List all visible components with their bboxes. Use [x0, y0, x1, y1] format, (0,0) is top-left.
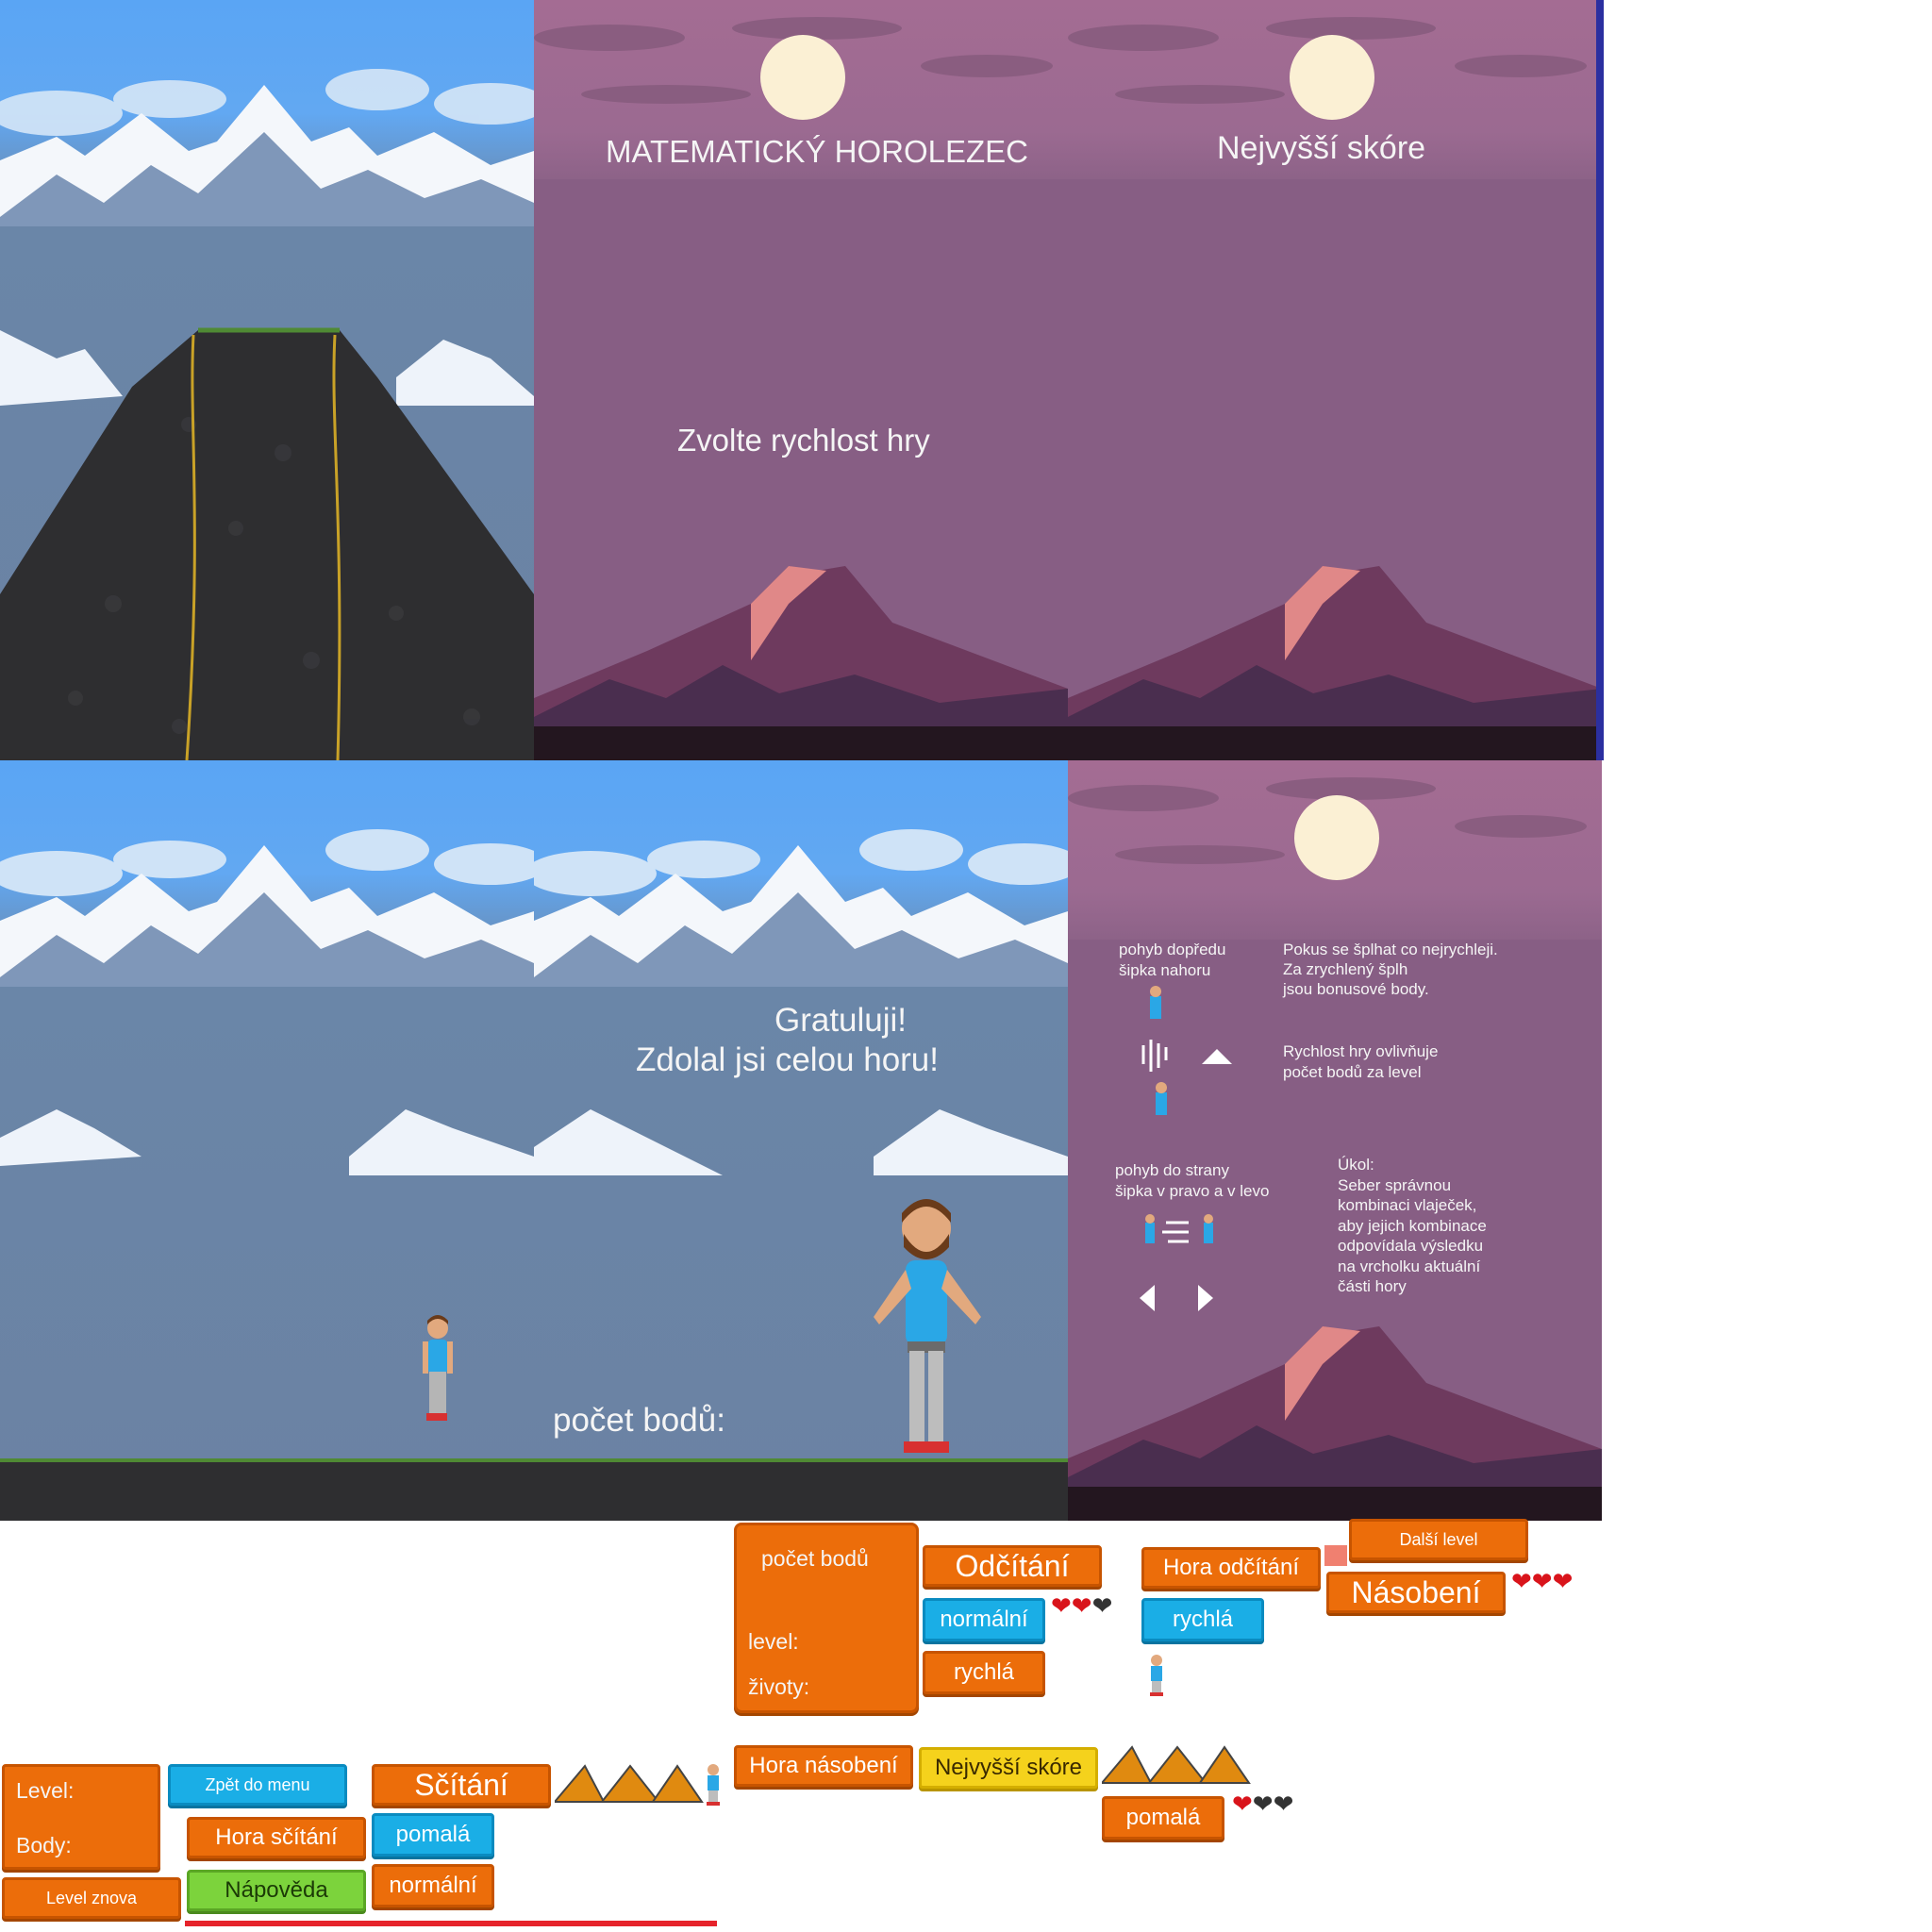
hud-small-panel: Level: Body:	[2, 1764, 160, 1870]
speed-normal-button-2[interactable]: normální	[372, 1864, 494, 1907]
climber-sprite-icon-2	[702, 1762, 724, 1807]
hud-points-label: počet bodů	[761, 1546, 869, 1571]
addition-mountain-button[interactable]: Hora sčítání	[187, 1817, 366, 1858]
heart-full-icon: ❤	[1552, 1568, 1574, 1596]
lives-row-c: ❤❤❤	[1232, 1792, 1293, 1817]
help-panel: pohyb dopředu šipka nahoru Pokus se šplh…	[1068, 760, 1602, 1521]
help-task-line-4: odpovídala výsledku	[1338, 1237, 1484, 1255]
level-scene-panel	[0, 760, 534, 1521]
help-speed-text: Rychlost hry ovlivňuje počet bodů za lev…	[1283, 1041, 1438, 1083]
help-tip-text: Pokus se šplhat co nejrychleji. Za zrych…	[1283, 940, 1498, 999]
congrats-line-2: Zdolal jsi celou horu!	[636, 1041, 939, 1078]
highscore-button[interactable]: Nejvyšší skóre	[919, 1747, 1098, 1789]
help-side-line-1: pohyb do strany	[1115, 1161, 1229, 1179]
spike-triangles-icon-2	[1102, 1745, 1251, 1784]
congrats-points-label: počet bodů:	[553, 1402, 725, 1439]
heart-full-icon: ❤	[1071, 1592, 1092, 1621]
main-menu-panel: MATEMATICKÝ HOROLEZEC Zvolte rychlost hr…	[534, 0, 1068, 760]
climb-scene-art	[0, 69, 534, 760]
next-level-button[interactable]: Další level	[1349, 1519, 1528, 1560]
multiplication-button[interactable]: Násobení	[1326, 1572, 1506, 1613]
speed-screen-title: Zvolte rychlost hry	[677, 423, 930, 458]
level-scene-art	[0, 829, 534, 1521]
highscore-background-art	[1068, 17, 1602, 760]
speed-fast-button[interactable]: rychlá	[923, 1651, 1045, 1694]
highscore-title: Nejvyšší skóre	[1217, 130, 1426, 166]
speed-fast-button-2[interactable]: rychlá	[1141, 1598, 1264, 1641]
heart-empty-icon: ❤	[1252, 1790, 1274, 1819]
hud-panel: počet bodů level: životy:	[734, 1523, 919, 1713]
help-side-text: pohyb do strany šipka v pravo a v levo	[1115, 1160, 1269, 1202]
frame-edge	[1596, 0, 1604, 760]
speed-slow-button[interactable]: pomalá	[372, 1813, 494, 1857]
addition-button[interactable]: Sčítání	[372, 1764, 551, 1806]
lives-row-b: ❤❤❤	[1511, 1570, 1573, 1594]
progress-bar	[185, 1921, 717, 1926]
subtraction-mountain-button[interactable]: Hora odčítání	[1141, 1547, 1321, 1589]
multiplication-mountain-button[interactable]: Hora násobení	[734, 1745, 913, 1787]
speed-normal-button[interactable]: normální	[923, 1598, 1045, 1641]
hud-small-level-label: Level:	[16, 1778, 75, 1803]
help-forward-text: pohyb dopředu šipka nahoru	[1119, 940, 1225, 981]
help-forward-line-2: šipka nahoru	[1119, 961, 1211, 979]
hiker-character	[874, 1199, 981, 1453]
game-title: MATEMATICKÝ HOROLEZEC	[606, 134, 1028, 169]
subtraction-button[interactable]: Odčítání	[923, 1545, 1102, 1587]
heart-empty-icon: ❤	[1273, 1790, 1294, 1819]
help-button[interactable]: Nápověda	[187, 1870, 366, 1911]
help-background-art	[1068, 777, 1602, 1521]
help-forward-line-1: pohyb dopředu	[1119, 941, 1226, 958]
help-task-line-2: kombinaci vlaječek,	[1338, 1196, 1477, 1214]
menu-background-art	[534, 17, 1068, 760]
lives-row-a: ❤❤❤	[1051, 1594, 1112, 1619]
help-tip-line-2: Za zrychlený šplh	[1283, 960, 1408, 978]
speed-slow-button-2[interactable]: pomalá	[1102, 1796, 1224, 1840]
heart-full-icon: ❤	[1511, 1568, 1532, 1596]
climber-character	[423, 1315, 453, 1421]
heart-empty-icon: ❤	[1091, 1592, 1113, 1621]
congrats-line-1: Gratuluji!	[774, 1002, 908, 1039]
spike-triangles-icon	[555, 1764, 704, 1803]
heart-full-icon: ❤	[1531, 1568, 1553, 1596]
climb-scene-panel	[0, 0, 534, 760]
restart-level-button[interactable]: Level znova	[2, 1877, 181, 1919]
help-speed-line-2: počet bodů za level	[1283, 1063, 1422, 1081]
climber-icon-top	[1150, 986, 1161, 1019]
hud-level-label: level:	[748, 1629, 799, 1654]
small-swatch	[1324, 1545, 1347, 1566]
hud-small-points-label: Body:	[16, 1833, 72, 1857]
heart-full-icon: ❤	[1232, 1790, 1253, 1819]
help-side-line-2: šipka v pravo a v levo	[1115, 1182, 1270, 1200]
hud-lives-label: životy:	[748, 1674, 810, 1699]
help-task-title: Úkol:	[1338, 1156, 1374, 1174]
help-speed-line-1: Rychlost hry ovlivňuje	[1283, 1042, 1439, 1060]
help-task-line-5: na vrcholku aktuální	[1338, 1257, 1481, 1275]
help-tip-line-3: jsou bonusové body.	[1283, 980, 1429, 998]
help-task-line-1: Seber správnou	[1338, 1175, 1452, 1194]
heart-full-icon: ❤	[1051, 1592, 1072, 1621]
help-tip-line-1: Pokus se šplhat co nejrychleji.	[1283, 941, 1498, 958]
climber-icon-bottom	[1156, 1082, 1167, 1115]
help-task-line-3: aby jejich kombinace	[1338, 1216, 1487, 1235]
back-to-menu-button[interactable]: Zpět do menu	[168, 1764, 347, 1806]
congrats-panel: Gratuluji! Zdolal jsi celou horu! počet …	[534, 760, 1068, 1521]
climber-sprite-icon	[1145, 1653, 1168, 1698]
help-task-text: Úkol: Seber správnou kombinaci vlaječek,…	[1338, 1155, 1487, 1297]
highscore-panel: Nejvyšší skóre	[1068, 0, 1602, 760]
help-task-line-6: části hory	[1338, 1277, 1407, 1295]
